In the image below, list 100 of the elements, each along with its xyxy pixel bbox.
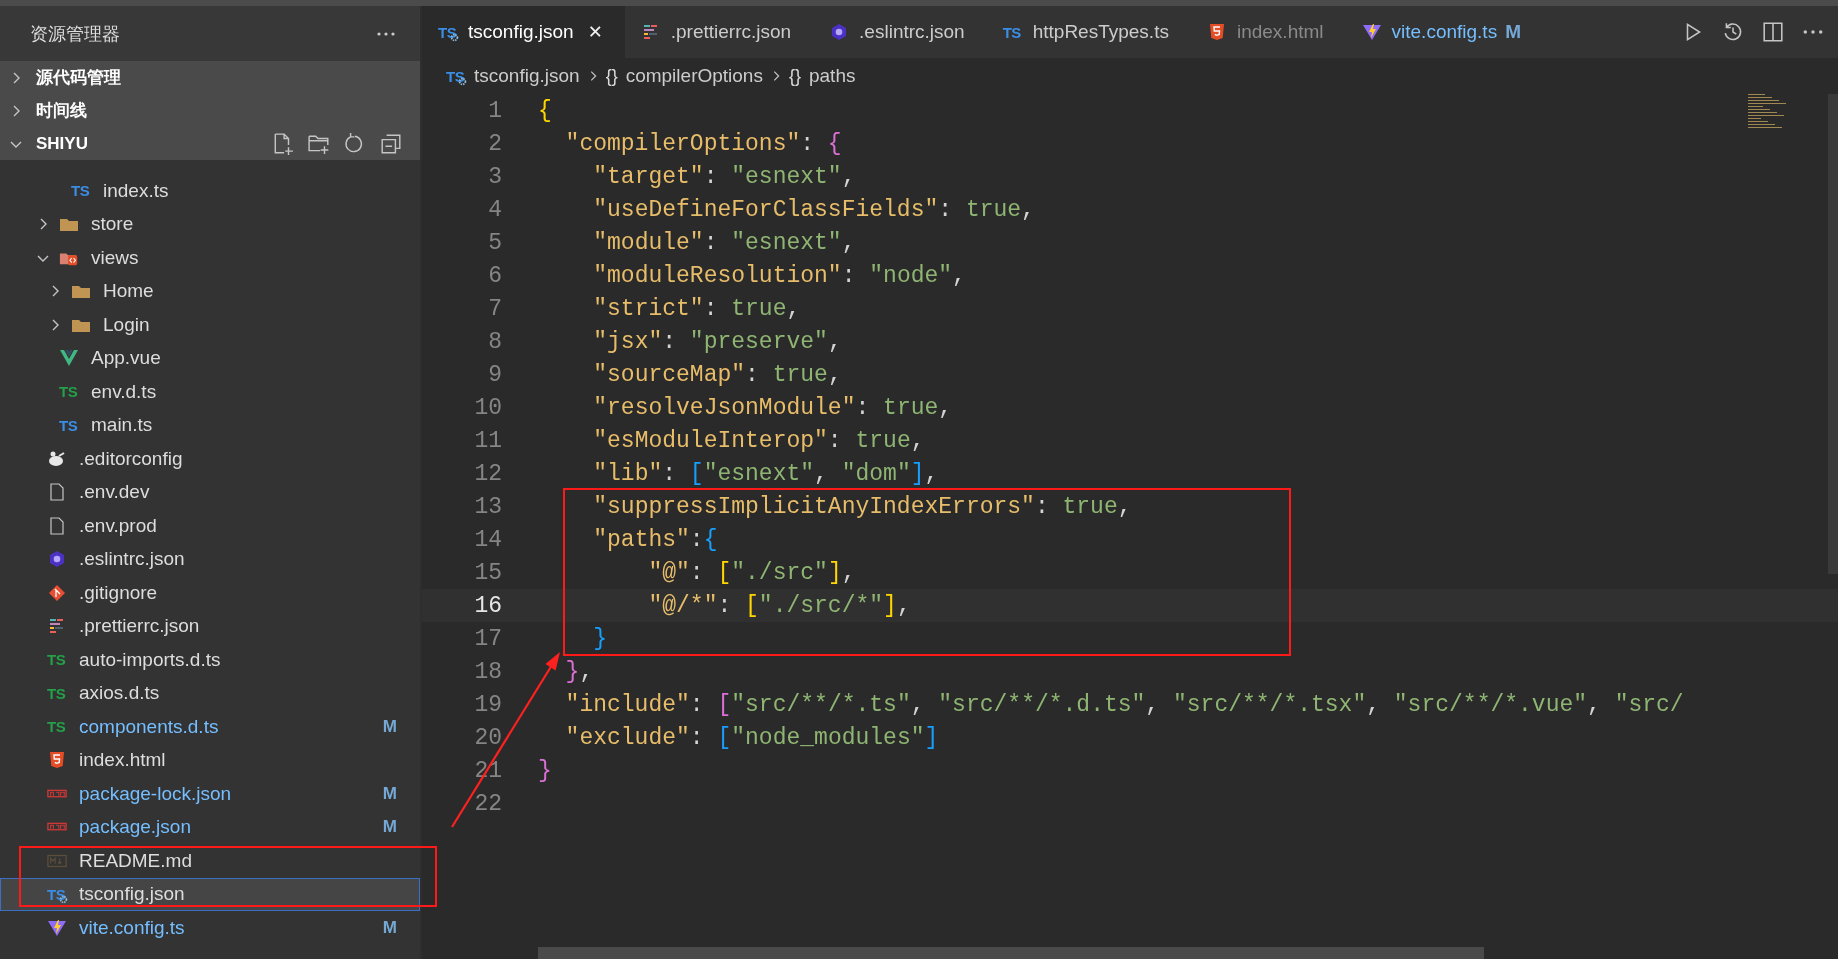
typescript-icon: TS	[47, 717, 67, 736]
file-name: auto-imports.d.ts	[79, 648, 221, 671]
line-number: 18	[473, 658, 502, 685]
git-icon	[47, 583, 67, 602]
typescript-icon: TS	[59, 382, 79, 401]
section-header[interactable]: SHIYU	[0, 127, 420, 160]
file-name: .env.prod	[79, 514, 157, 537]
modified-indicator: M	[382, 716, 397, 737]
code-line: },	[564, 658, 594, 685]
section-header[interactable]: 源代码管理	[0, 61, 420, 94]
close-icon[interactable]: ✕	[587, 21, 603, 43]
file-tree-item[interactable]: index.html	[0, 743, 420, 777]
line-number: 16	[473, 592, 502, 619]
line-number: 9	[487, 361, 502, 388]
code-line: "esModuleInterop": true,	[592, 427, 925, 454]
file-name: .editorconfig	[79, 447, 183, 470]
vite-logo-icon	[1361, 23, 1382, 41]
file-tree-item[interactable]: TS main.ts	[0, 408, 420, 442]
file-name: env.d.ts	[91, 380, 157, 403]
file-name: main.ts	[91, 414, 153, 437]
file-tree-item[interactable]: Home	[0, 274, 420, 308]
modified-indicator: M	[382, 817, 397, 838]
split-editor-icon[interactable]	[1762, 21, 1784, 43]
code-line: "compilerOptions": {	[564, 130, 842, 157]
file-name: axios.d.ts	[79, 682, 160, 705]
scrollbar[interactable]	[538, 947, 1484, 959]
line-number: 22	[473, 790, 502, 817]
modified-indicator: M	[382, 917, 397, 938]
file-name: index.ts	[103, 179, 169, 202]
breadcrumb-item[interactable]: {} paths	[788, 65, 856, 87]
code-line: "include": ["src/**/*.ts", "src/**/*.d.ts", "src/**/*.tsx", "src/**/*.vue", "src/	[564, 691, 1684, 718]
history-icon[interactable]	[1722, 21, 1744, 43]
code-line: "suppressImplicitAnyIndexErrors": true,	[592, 493, 1132, 520]
file-name: package.json	[79, 816, 191, 839]
file-tree-item[interactable]: TS components.d.ts M	[0, 710, 420, 744]
file-tree-item[interactable]: .env.dev	[0, 475, 420, 509]
file-name: package-lock.json	[79, 782, 232, 805]
file-tree-item[interactable]: .editorconfig	[0, 442, 420, 476]
file-icon	[47, 483, 67, 502]
typescript-icon: TS	[47, 650, 67, 669]
file-tree-item[interactable]: TS auto-imports.d.ts	[0, 643, 420, 677]
file-name: tsconfig.json	[79, 883, 185, 906]
code-line: "strict": true,	[592, 295, 801, 322]
code-line: "sourceMap": true,	[592, 361, 842, 388]
line-number: 17	[473, 625, 502, 652]
file-tree-item[interactable]: TS axios.d.ts	[0, 676, 420, 710]
file-tree-item[interactable]: vite.config.ts M	[0, 911, 420, 945]
file-tree-item[interactable]: TS env.d.ts	[0, 375, 420, 409]
file-tree-item[interactable]: Login	[0, 308, 420, 342]
line-number: 10	[473, 394, 502, 421]
code-line: "moduleResolution": "node",	[592, 262, 966, 289]
line-number: 15	[473, 559, 502, 586]
file-name: store	[91, 213, 134, 236]
new-file-icon[interactable]	[272, 132, 294, 155]
collapse-all-icon[interactable]	[380, 132, 402, 155]
line-number: 8	[487, 328, 502, 355]
line-number: 19	[473, 691, 502, 718]
file-tree-item[interactable]: package.json M	[0, 810, 420, 844]
breadcrumb-item[interactable]: TS tsconfig.json	[446, 65, 580, 87]
code-line: "target": "esnext",	[592, 163, 856, 190]
file-tree-item[interactable]: TS index.ts	[0, 174, 420, 208]
line-number: 13	[473, 493, 502, 520]
braces-icon: {}	[605, 67, 618, 85]
line-number: 6	[487, 262, 502, 289]
file-name: App.vue	[91, 347, 161, 370]
file-tree-item[interactable]: .eslintrc.json	[0, 542, 420, 576]
code-line: "paths":{	[592, 526, 718, 553]
file-name: Home	[103, 280, 154, 303]
braces-icon: {}	[788, 67, 801, 85]
code-line: }	[538, 757, 552, 784]
file-tree-item[interactable]: views	[0, 241, 420, 275]
typescript-icon: TS	[47, 684, 67, 703]
file-tree-item[interactable]: .prettierrc.json	[0, 609, 420, 643]
file-tree-item[interactable]: App.vue	[0, 341, 420, 375]
file-tree-item[interactable]: .env.prod	[0, 509, 420, 543]
file-name: .prettierrc.json	[79, 615, 200, 638]
line-number: 3	[487, 163, 502, 190]
line-number: 5	[487, 229, 502, 256]
vue-logo-icon	[59, 349, 79, 368]
line-number: 14	[473, 526, 502, 553]
line-number: 11	[473, 427, 502, 454]
file-tree-item[interactable]: TS tsconfig.json	[0, 877, 420, 911]
file-name: .eslintrc.json	[79, 548, 185, 571]
line-number: 2	[487, 130, 502, 157]
breadcrumb-item[interactable]: {} compilerOptions	[605, 65, 763, 87]
line-number: 4	[487, 196, 502, 223]
file-tree-item[interactable]: README.md	[0, 844, 420, 878]
typescript-icon: TS	[1002, 23, 1023, 41]
line-number: 12	[473, 460, 502, 487]
file-tree-item[interactable]: package-lock.json M	[0, 777, 420, 811]
file-name: README.md	[79, 849, 192, 872]
file-tree-item[interactable]: .gitignore	[0, 576, 420, 610]
code-line: }	[592, 625, 608, 652]
editor-tab[interactable]: TS tsconfig.json ✕	[422, 6, 625, 58]
file-tree-item[interactable]: store	[0, 207, 420, 241]
file-name: .gitignore	[79, 581, 158, 604]
section-header[interactable]: 时间线	[0, 94, 420, 127]
code-line: "jsx": "preserve",	[592, 328, 842, 355]
code-line: "lib": ["esnext", "dom"],	[592, 460, 939, 487]
more-icon[interactable]	[376, 30, 396, 37]
